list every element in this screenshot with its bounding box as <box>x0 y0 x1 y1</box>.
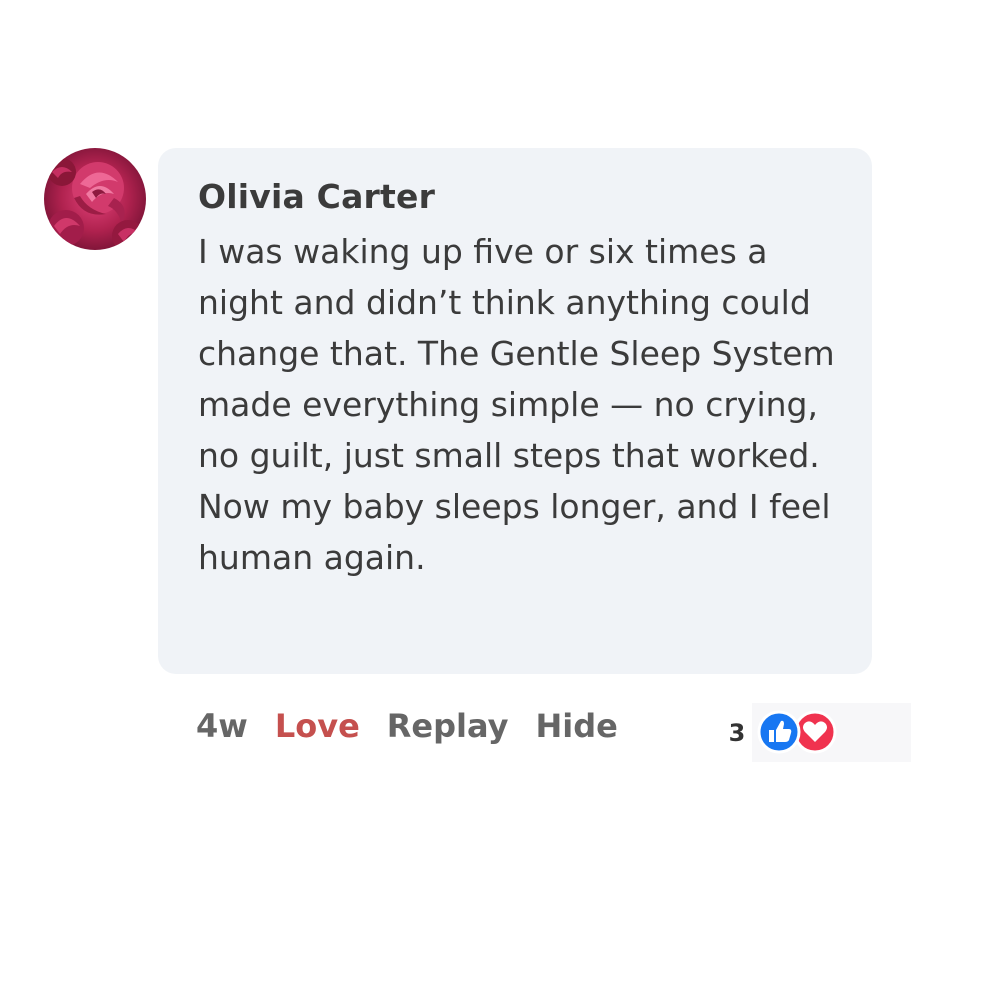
comment-bubble: Olivia Carter I was waking up five or si… <box>158 148 872 674</box>
hide-button[interactable]: Hide <box>535 704 617 748</box>
replay-button[interactable]: Replay <box>387 704 509 748</box>
comment-timestamp[interactable]: 4w <box>196 704 248 748</box>
comment-text: I was waking up five or six times a nigh… <box>198 232 835 577</box>
comment-actions: 4w Love Replay Hide <box>196 704 645 748</box>
reaction-icons <box>752 703 911 762</box>
comment-author[interactable]: Olivia Carter <box>198 176 832 218</box>
love-button[interactable]: Love <box>275 704 360 748</box>
rose-avatar-icon <box>44 148 146 250</box>
reactions-summary[interactable]: 3 <box>722 703 911 762</box>
like-icon <box>757 710 801 754</box>
avatar[interactable] <box>44 148 146 250</box>
reaction-count: 3 <box>728 718 746 747</box>
